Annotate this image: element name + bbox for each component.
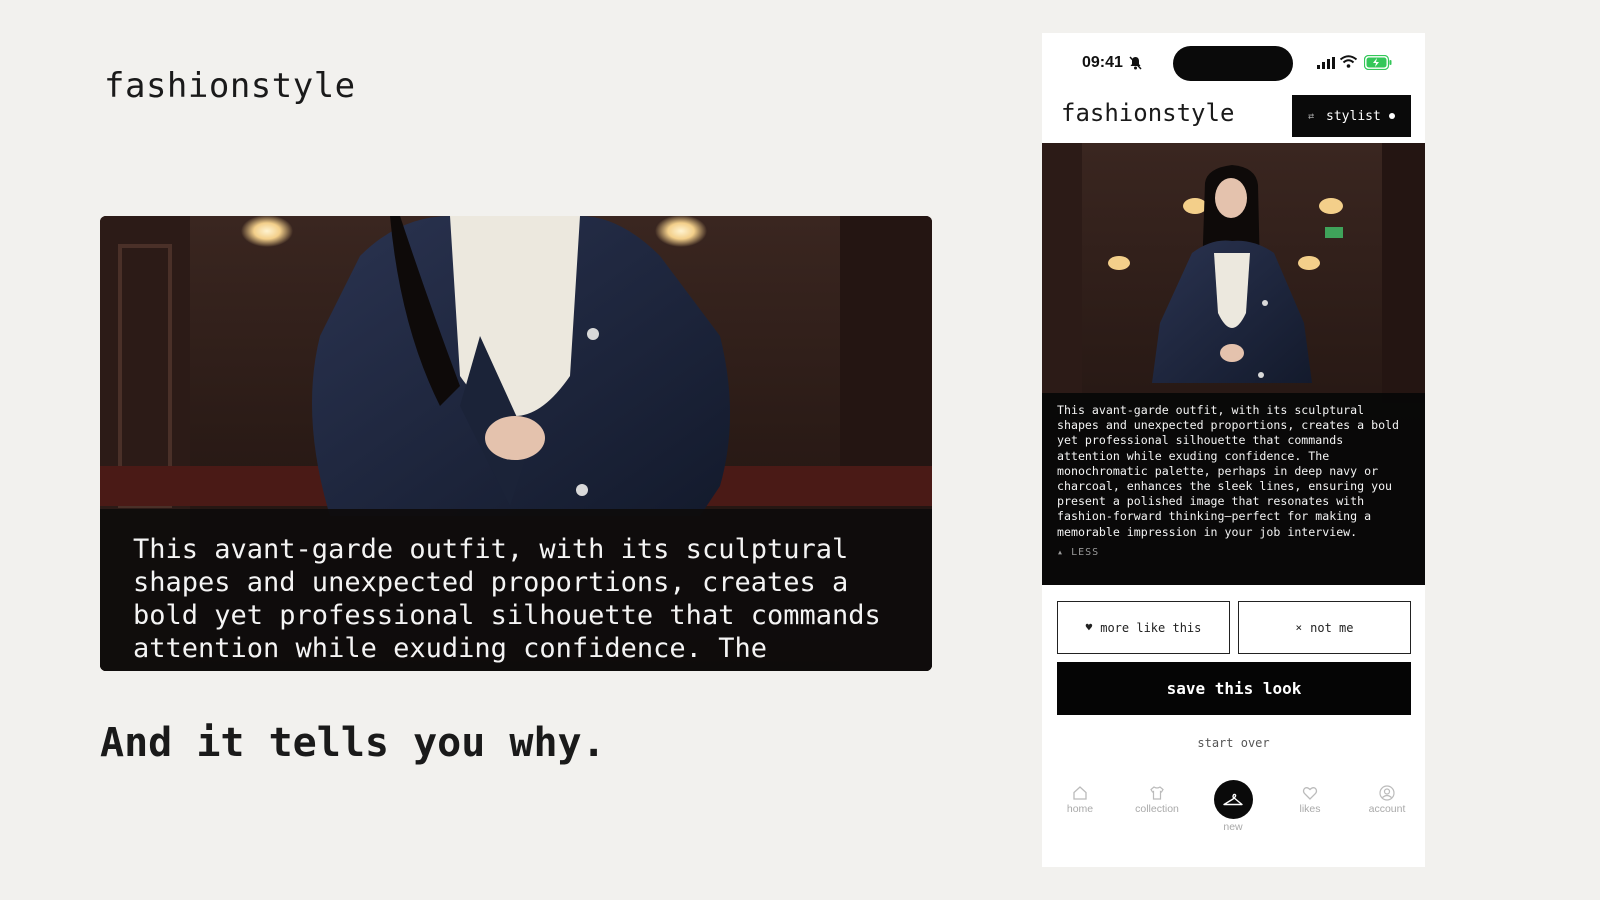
tab-home[interactable]: home (1042, 785, 1118, 815)
tab-collection[interactable]: collection (1119, 785, 1195, 815)
tagline: And it tells you why. (100, 720, 606, 766)
home-icon (1073, 786, 1087, 800)
start-over-link[interactable]: start over (1042, 736, 1425, 750)
swap-icon: ⇄ (1308, 110, 1315, 122)
less-label: LESS (1071, 546, 1100, 558)
save-look-button[interactable]: save this look (1057, 662, 1411, 715)
tab-likes[interactable]: likes (1272, 785, 1348, 815)
signal-icon (1317, 57, 1335, 69)
status-bar: 09:41 (1042, 33, 1425, 95)
tab-account[interactable]: account (1349, 785, 1425, 815)
status-dot-icon (1388, 113, 1395, 119)
account-icon (1379, 785, 1395, 801)
tab-label: home (1066, 803, 1094, 815)
not-me-label: not me (1310, 620, 1354, 635)
dynamic-island (1173, 46, 1293, 81)
stylist-label: stylist (1326, 108, 1381, 124)
more-like-this-label: more like this (1100, 620, 1202, 635)
phone-mockup: 09:41 fashionstyle ⇄ stylist This avant-… (1042, 33, 1425, 867)
not-me-button[interactable]: × not me (1238, 601, 1411, 654)
battery-charging-icon (1364, 55, 1392, 70)
tab-label: new (1223, 821, 1243, 833)
look-image: This avant-garde outfit, with its sculpt… (1042, 143, 1425, 585)
tab-bar: home collection new likes account (1042, 780, 1425, 855)
app-brand[interactable]: fashionstyle (1061, 99, 1234, 127)
hanger-icon (1223, 793, 1243, 805)
tab-new[interactable]: new (1195, 780, 1271, 833)
heart-icon (1302, 787, 1318, 800)
tab-label: account (1368, 803, 1406, 815)
wifi-icon (1340, 55, 1357, 68)
tab-label: collection (1135, 803, 1179, 815)
heart-icon: ♥ (1085, 621, 1093, 634)
hero-look-image: This avant-garde outfit, with its sculpt… (100, 216, 932, 671)
collapse-icon: ▴ (1057, 546, 1065, 558)
look-description: This avant-garde outfit, with its sculpt… (1057, 403, 1400, 539)
feedback-buttons: ♥ more like this × not me (1057, 601, 1411, 654)
tab-label: likes (1299, 803, 1321, 815)
status-time: 09:41 (1082, 54, 1123, 71)
new-tab-highlight (1213, 780, 1253, 819)
shirt-icon (1150, 786, 1164, 800)
more-like-this-button[interactable]: ♥ more like this (1057, 601, 1230, 654)
less-toggle[interactable]: ▴ LESS (1057, 545, 1411, 560)
close-icon: × (1295, 621, 1303, 634)
look-description-panel: This avant-garde outfit, with its sculpt… (1042, 393, 1425, 585)
bell-muted-icon (1129, 56, 1142, 70)
presentation-brand: fashionstyle (104, 66, 356, 106)
hero-caption: This avant-garde outfit, with its sculpt… (100, 509, 932, 671)
stylist-button[interactable]: ⇄ stylist (1292, 95, 1411, 137)
